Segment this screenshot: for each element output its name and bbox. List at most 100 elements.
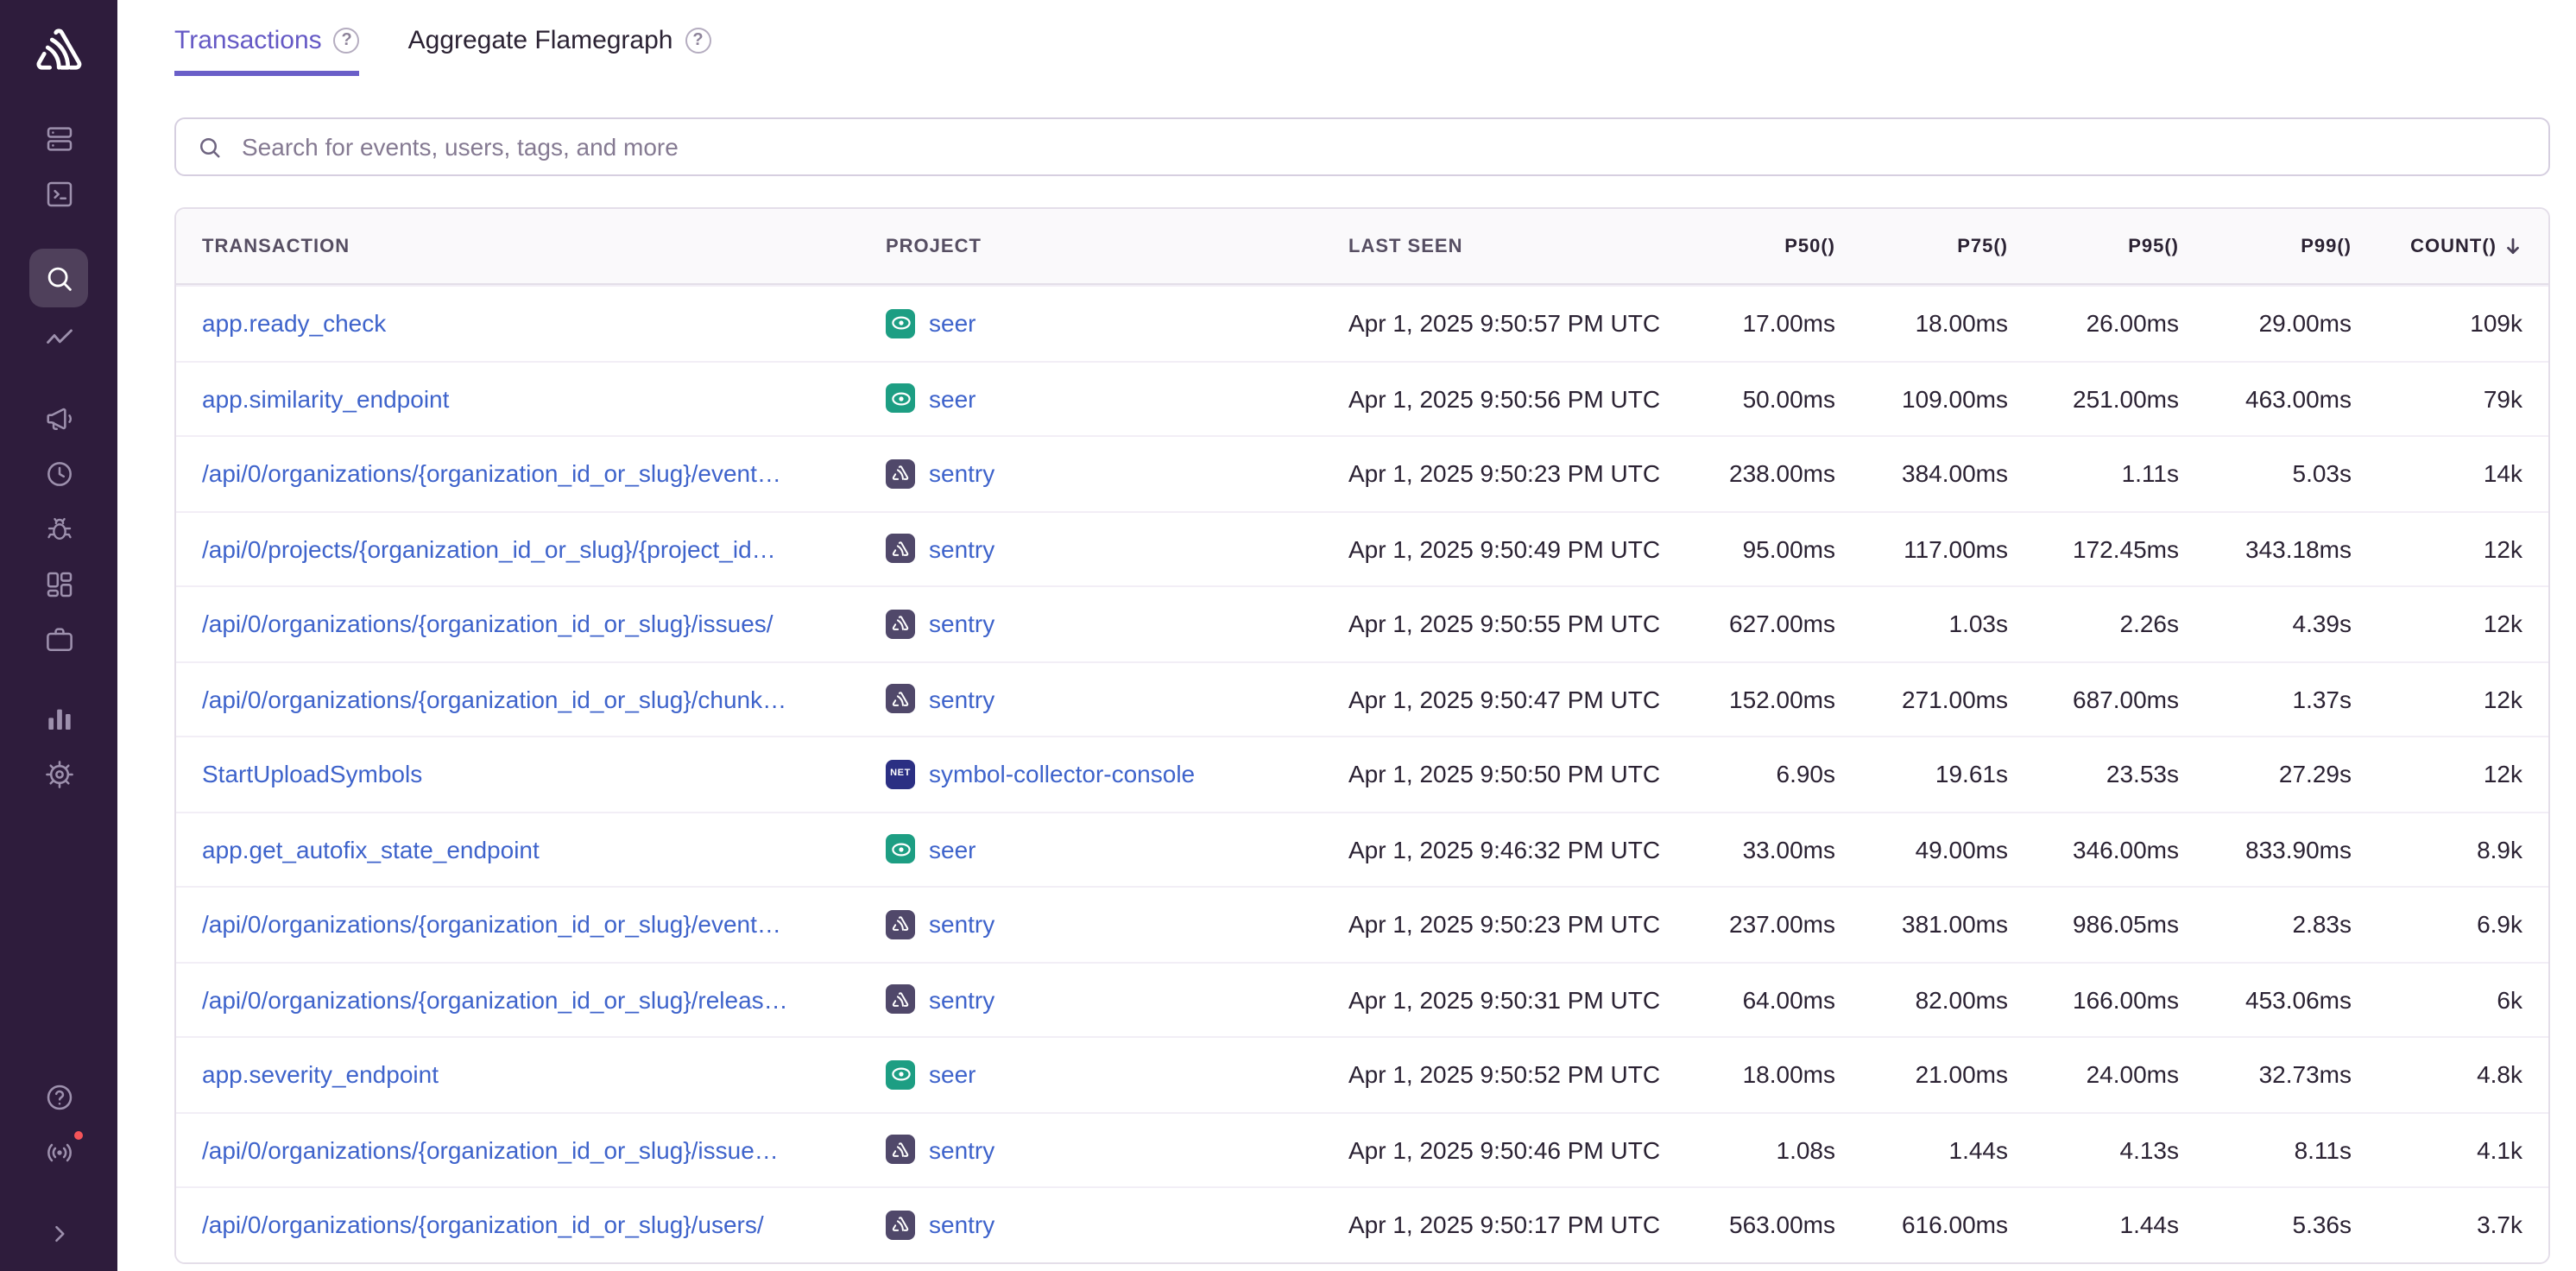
p50-cell: 17.00ms (1670, 310, 1835, 338)
project-link[interactable]: sentry (929, 986, 994, 1014)
project-link[interactable]: sentry (929, 610, 994, 638)
project-link[interactable]: sentry (929, 1136, 994, 1164)
transaction-link[interactable]: app.similarity_endpoint (202, 385, 886, 413)
transaction-link[interactable]: /api/0/organizations/{organization_id_or… (202, 1136, 886, 1164)
search-bar[interactable] (174, 117, 2550, 176)
project-cell: sentry (886, 985, 1348, 1015)
table-row: /api/0/organizations/{organization_id_or… (176, 886, 2548, 961)
p75-cell: 18.00ms (1835, 310, 2008, 338)
transaction-link[interactable]: /api/0/organizations/{organization_id_or… (202, 911, 886, 939)
p95-cell: 2.26s (2008, 610, 2179, 638)
transaction-link[interactable]: /api/0/projects/{organization_id_or_slug… (202, 535, 886, 563)
column-header-transaction[interactable]: TRANSACTION (202, 236, 886, 256)
sidebar-bottom (29, 1069, 88, 1261)
transaction-link[interactable]: /api/0/organizations/{organization_id_or… (202, 1211, 886, 1239)
project-link[interactable]: seer (929, 836, 975, 863)
bug-icon (42, 512, 75, 545)
sidebar-item-stats[interactable] (29, 692, 88, 744)
notification-dot (71, 1128, 86, 1143)
project-link[interactable]: sentry (929, 911, 994, 939)
project-link[interactable]: seer (929, 385, 975, 413)
expand-sidebar-button[interactable] (29, 1207, 88, 1259)
sort-descending-icon (2503, 237, 2522, 256)
count-header-label: COUNT() (2410, 236, 2497, 256)
project-link[interactable]: sentry (929, 535, 994, 563)
issues-stack-icon (42, 122, 75, 155)
transaction-link[interactable]: /api/0/organizations/{organization_id_or… (202, 460, 886, 488)
project-link[interactable]: seer (929, 1061, 975, 1089)
sidebar-item-dashboards[interactable] (29, 558, 88, 610)
project-link[interactable]: sentry (929, 1211, 994, 1239)
column-header-p75[interactable]: P75() (1835, 236, 2008, 256)
project-platform-icon (886, 1135, 915, 1165)
p95-cell: 24.00ms (2008, 1061, 2179, 1089)
transaction-link[interactable]: app.ready_check (202, 310, 886, 338)
dotnet-icon-label: NET (890, 769, 911, 779)
p50-cell: 64.00ms (1670, 986, 1835, 1014)
column-header-p50[interactable]: P50() (1670, 236, 1835, 256)
p99-cell: 5.36s (2179, 1211, 2352, 1239)
sidebar-item-alerts[interactable] (29, 503, 88, 554)
column-header-p99[interactable]: P99() (2179, 236, 2352, 256)
table-row: /api/0/organizations/{organization_id_or… (176, 961, 2548, 1036)
p50-cell: 95.00ms (1670, 535, 1835, 563)
project-platform-icon (886, 309, 915, 338)
p50-cell: 6.90s (1670, 761, 1835, 788)
sidebar (0, 0, 117, 1271)
count-cell: 6k (2352, 986, 2522, 1014)
table-header-row: TRANSACTION PROJECT LAST SEEN P50() P75(… (176, 209, 2548, 285)
sidebar-item-issues[interactable] (29, 112, 88, 164)
sidebar-item-settings[interactable] (29, 748, 88, 800)
p75-cell: 616.00ms (1835, 1211, 2008, 1239)
p95-cell: 172.45ms (2008, 535, 2179, 563)
help-button[interactable] (29, 1071, 88, 1122)
project-cell: sentry (886, 534, 1348, 564)
tab-aggregate-flamegraph[interactable]: Aggregate Flamegraph (408, 26, 711, 76)
help-icon[interactable] (334, 28, 360, 54)
project-link[interactable]: seer (929, 310, 975, 338)
p95-cell: 1.44s (2008, 1211, 2179, 1239)
sentry-logo[interactable] (29, 24, 88, 79)
column-header-last-seen[interactable]: LAST SEEN (1348, 236, 1670, 256)
transaction-link[interactable]: StartUploadSymbols (202, 761, 886, 788)
table-row: /api/0/organizations/{organization_id_or… (176, 1186, 2548, 1262)
p75-cell: 19.61s (1835, 761, 2008, 788)
help-circle-icon (42, 1080, 75, 1113)
sidebar-item-performance[interactable] (29, 313, 88, 364)
gear-icon (42, 757, 75, 790)
bar-chart-icon (42, 702, 75, 735)
sidebar-item-feedback[interactable] (29, 392, 88, 444)
transaction-link[interactable]: /api/0/organizations/{organization_id_or… (202, 686, 886, 713)
search-input[interactable] (238, 131, 2528, 162)
project-platform-icon (886, 985, 915, 1015)
project-link[interactable]: symbol-collector-console (929, 761, 1195, 788)
last-seen-cell: Apr 1, 2025 9:50:49 PM UTC (1348, 535, 1670, 563)
column-header-project[interactable]: PROJECT (886, 236, 1348, 256)
count-cell: 8.9k (2352, 836, 2522, 863)
megaphone-icon (42, 402, 75, 434)
p75-cell: 117.00ms (1835, 535, 2008, 563)
transaction-link[interactable]: /api/0/organizations/{organization_id_or… (202, 986, 886, 1014)
count-cell: 12k (2352, 686, 2522, 713)
last-seen-cell: Apr 1, 2025 9:50:31 PM UTC (1348, 986, 1670, 1014)
p50-cell: 1.08s (1670, 1136, 1835, 1164)
transaction-link[interactable]: /api/0/organizations/{organization_id_or… (202, 610, 886, 638)
p95-cell: 166.00ms (2008, 986, 2179, 1014)
p75-cell: 21.00ms (1835, 1061, 2008, 1089)
code-window-icon (42, 177, 75, 210)
count-cell: 79k (2352, 385, 2522, 413)
sidebar-item-releases[interactable] (29, 613, 88, 665)
sidebar-item-explore[interactable] (29, 249, 88, 307)
sidebar-item-projects[interactable] (29, 168, 88, 219)
tab-transactions[interactable]: Transactions (174, 26, 360, 76)
column-header-p95[interactable]: P95() (2008, 236, 2179, 256)
help-icon[interactable] (685, 28, 711, 54)
column-header-count[interactable]: COUNT() (2352, 236, 2522, 256)
transaction-link[interactable]: app.severity_endpoint (202, 1061, 886, 1089)
table-row: app.similarity_endpoint seer Apr 1, 2025… (176, 360, 2548, 435)
project-link[interactable]: sentry (929, 686, 994, 713)
whats-new-button[interactable] (29, 1126, 88, 1178)
sidebar-item-replays[interactable] (29, 447, 88, 499)
project-link[interactable]: sentry (929, 460, 994, 488)
transaction-link[interactable]: app.get_autofix_state_endpoint (202, 836, 886, 863)
